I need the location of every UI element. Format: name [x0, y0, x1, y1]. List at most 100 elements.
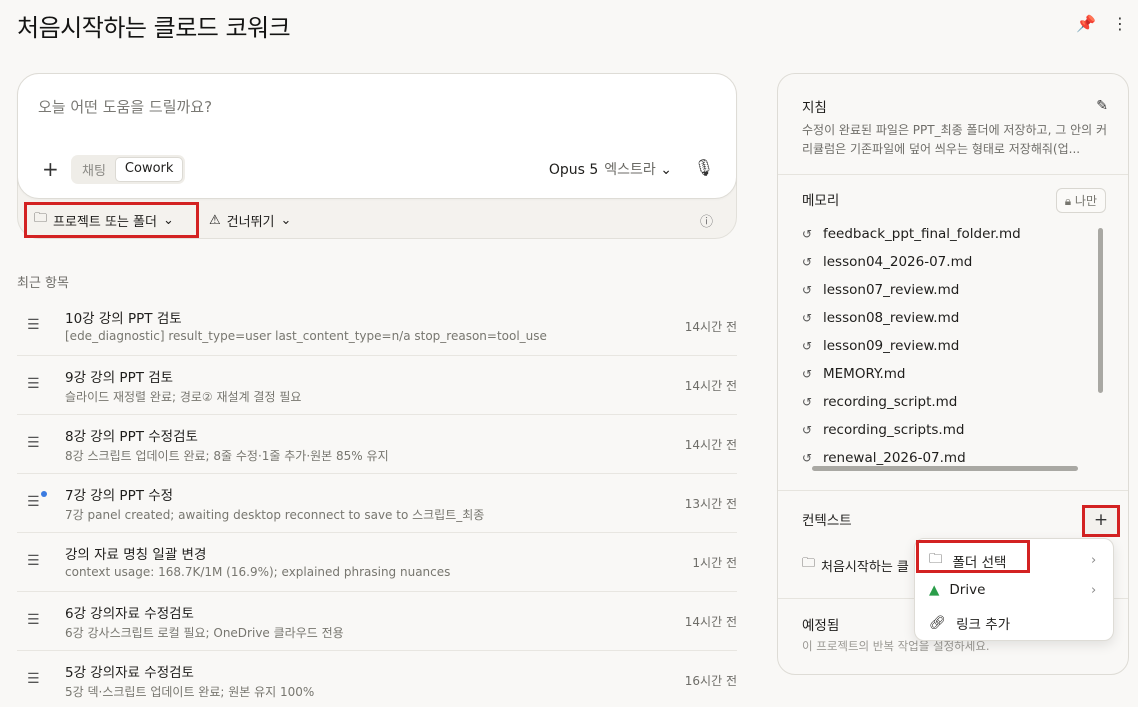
recent-list: ☰ 10강 강의 PPT 검토 [ede_diagnostic] result_… [17, 297, 737, 707]
history-icon: ↺ [802, 367, 813, 381]
history-icon: ↺ [802, 311, 813, 325]
task-list-icon: ☰ [27, 612, 40, 628]
horizontal-scrollbar[interactable] [812, 466, 1078, 471]
memory-file[interactable]: ↺ recording_scripts.md [802, 416, 1092, 444]
recent-item-subtitle: 8강 스크립트 업데이트 완료; 8줄 수정·1줄 추가·원본 85% 유지 [65, 449, 389, 463]
plus-icon[interactable]: + [42, 157, 59, 181]
lock-icon: 🔒︎ [1064, 194, 1072, 208]
mode-chat[interactable]: 채팅 [73, 157, 115, 182]
history-icon: ↺ [802, 423, 813, 437]
chevron-right-icon: › [1091, 553, 1097, 568]
memory-file-name: recording_scripts.md [823, 422, 965, 438]
chevron-down-icon: ⌄ [660, 162, 672, 178]
history-icon: ↺ [802, 395, 813, 409]
menu-item-drive[interactable]: ▲ Drive › [929, 582, 1096, 598]
recent-item[interactable]: ☰ 6강 강의자료 수정검토 6강 강사스크립트 로컬 필요; OneDrive… [17, 592, 737, 651]
info-icon[interactable]: ⓘ [700, 211, 713, 230]
menu-item-label: Drive [949, 582, 986, 598]
recent-item-subtitle: 6강 강사스크립트 로컬 필요; OneDrive 클라우드 전용 [65, 626, 344, 640]
chevron-down-icon: ⌄ [280, 212, 292, 228]
mode-toggle[interactable]: 채팅 Cowork [71, 155, 186, 184]
task-list-icon: ☰ [27, 671, 40, 687]
recent-item-time: 14시간 전 [684, 320, 737, 334]
memory-file[interactable]: ↺ lesson07_review.md [802, 276, 1092, 304]
recent-item[interactable]: ☰ 강의 자료 명칭 일괄 변경 context usage: 168.7K/1… [17, 533, 737, 592]
highlight-box [916, 540, 1030, 573]
composer[interactable]: 오늘 어떤 도움을 드릴까요? + 채팅 Cowork Opus 5 엑스트라 ⌄… [17, 73, 737, 199]
folder-icon: 🗀 [802, 556, 816, 571]
mode-cowork[interactable]: Cowork [114, 157, 184, 182]
memory-file[interactable]: ↺ recording_script.md [802, 388, 1092, 416]
recent-label: 최근 항목 [17, 276, 69, 291]
pencil-icon[interactable]: ✎ [1096, 98, 1108, 114]
recent-item-subtitle: [ede_diagnostic] result_type=user last_c… [65, 329, 547, 343]
memory-file-name: feedback_ppt_final_folder.md [823, 226, 1021, 242]
chevron-down-icon: ⌄ [162, 212, 174, 228]
recent-item-time: 14시간 전 [684, 615, 737, 629]
recent-item-time: 14시간 전 [684, 438, 737, 452]
memory-file-name: renewal_2026-07.md [823, 450, 966, 466]
divider [778, 174, 1128, 175]
task-list-icon: ☰ [27, 435, 40, 451]
recent-item-title: 7강 강의 PPT 수정 [65, 488, 174, 504]
pin-icon[interactable]: 📌 [1076, 14, 1096, 33]
recent-item-title: 8강 강의 PPT 수정검토 [65, 429, 198, 445]
project-folder-label: 프로젝트 또는 폴더 [53, 214, 157, 230]
history-icon: ↺ [802, 227, 813, 241]
memory-file[interactable]: ↺ lesson08_review.md [802, 304, 1092, 332]
task-list-icon: ☰ [27, 317, 40, 333]
microphone-icon[interactable]: 🎙 [694, 158, 714, 177]
menu-item-label: 링크 추가 [956, 617, 1011, 633]
model-selector[interactable]: Opus 5 엑스트라 ⌄ [549, 159, 672, 179]
effort-level: 엑스트라 [604, 162, 656, 178]
recent-item-subtitle: 슬라이드 재정렬 완료; 경로② 재설계 결정 필요 [65, 390, 302, 404]
task-list-icon: ☰ [27, 376, 40, 392]
recent-item[interactable]: ☰ 8강 강의 PPT 수정검토 8강 스크립트 업데이트 완료; 8줄 수정·… [17, 415, 737, 474]
recent-item[interactable]: ☰ 7강 강의 PPT 수정 7강 panel created; awaitin… [17, 474, 737, 533]
memory-file[interactable]: ↺ lesson04_2026-07.md [802, 248, 1092, 276]
recent-item-title: 5강 강의자료 수정검토 [65, 665, 194, 681]
unread-dot [41, 491, 47, 497]
skip-button[interactable]: ⚠ 건너뛰기 ⌄ [209, 211, 291, 230]
memory-visibility-badge[interactable]: 🔒︎ 나만 [1055, 188, 1106, 213]
add-context-button[interactable]: + [1082, 505, 1120, 537]
recent-item[interactable]: ☰ 5강 강의자료 수정검토 5강 덱·스크립트 업데이트 완료; 원본 유지 … [17, 651, 737, 707]
task-list-icon: ☰ [27, 494, 40, 510]
memory-file-list: ↺ feedback_ppt_final_folder.md ↺ lesson04_… [802, 220, 1092, 472]
project-folder-button[interactable]: 🗀 프로젝트 또는 폴더 ⌄ [24, 202, 199, 238]
menu-item-add-link[interactable]: 🔗︎ 링크 추가 [929, 613, 1010, 633]
history-icon: ↺ [802, 451, 813, 465]
recent-item-time: 16시간 전 [684, 674, 737, 688]
memory-file-name: lesson07_review.md [823, 282, 960, 298]
skip-label: 건너뛰기 [226, 214, 275, 230]
context-folder[interactable]: 🗀 처음시작하는 클 [802, 554, 909, 576]
more-icon[interactable]: ⋮ [1112, 14, 1128, 33]
memory-file-name: MEMORY.md [823, 366, 906, 382]
composer-toolbar: 🗀 프로젝트 또는 폴더 ⌄ ⚠ 건너뛰기 ⌄ [24, 202, 291, 238]
chevron-right-icon: › [1091, 582, 1097, 598]
scheduled-title: 예정됨 [802, 618, 840, 634]
recent-item[interactable]: ☰ 10강 강의 PPT 검토 [ede_diagnostic] result_… [17, 297, 737, 356]
context-folder-name: 처음시작하는 클 [821, 559, 909, 575]
recent-item-subtitle: 5강 덱·스크립트 업데이트 완료; 원본 유지 100% [65, 685, 315, 699]
composer-input[interactable]: 오늘 어떤 도움을 드릴까요? [38, 96, 212, 117]
memory-file[interactable]: ↺ lesson09_review.md [802, 332, 1092, 360]
divider [778, 490, 1128, 491]
history-icon: ↺ [802, 255, 813, 269]
history-icon: ↺ [802, 283, 813, 297]
recent-item-time: 14시간 전 [684, 379, 737, 393]
history-icon: ↺ [802, 339, 813, 353]
recent-item[interactable]: ☰ 9강 강의 PPT 검토 슬라이드 재정렬 완료; 경로② 재설계 결정 필… [17, 356, 737, 415]
memory-file-name: lesson04_2026-07.md [823, 254, 973, 270]
recent-item-title: 9강 강의 PPT 검토 [65, 370, 174, 386]
memory-file[interactable]: ↺ feedback_ppt_final_folder.md [802, 220, 1092, 248]
instructions-text[interactable]: 수정이 완료된 파일은 PPT_최종 폴더에 저장하고, 그 안의 커리큘럼은 … [802, 121, 1107, 159]
model-name: Opus 5 [548, 162, 599, 178]
google-drive-icon: ▲ [929, 582, 940, 598]
top-actions: 📌 ⋮ [1076, 14, 1128, 33]
folder-icon: 🗀 [34, 211, 48, 226]
vertical-scrollbar[interactable] [1098, 228, 1103, 393]
context-title: 컨텍스트 [802, 513, 852, 529]
recent-item-time: 1시간 전 [692, 556, 737, 570]
memory-file[interactable]: ↺ MEMORY.md [802, 360, 1092, 388]
